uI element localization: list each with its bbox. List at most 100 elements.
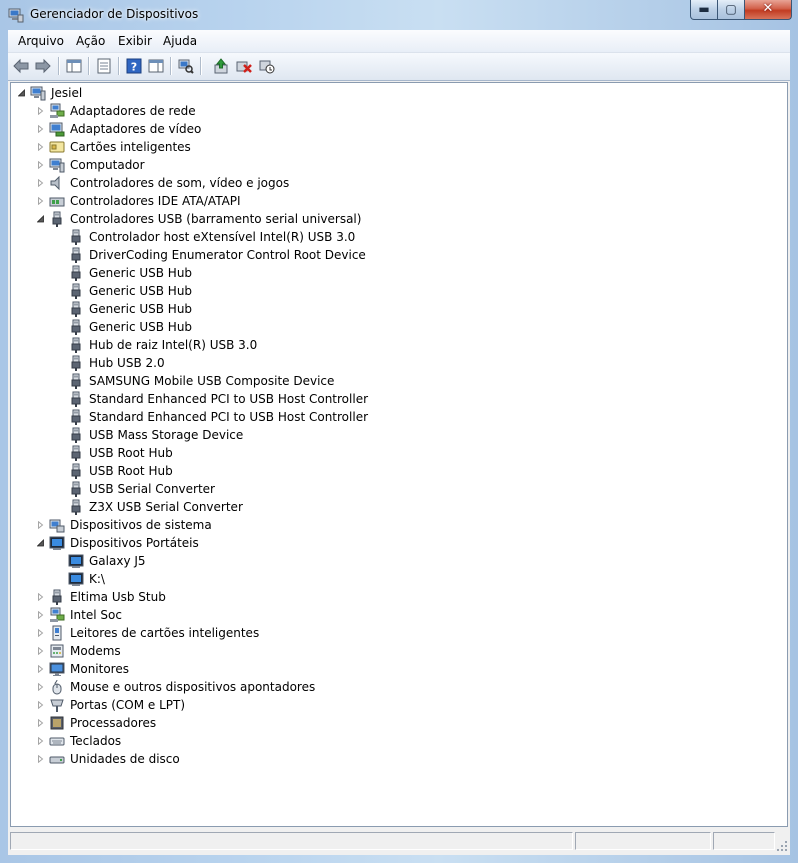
collapse-icon[interactable]: [37, 215, 44, 223]
expand-icon[interactable]: [37, 719, 44, 727]
tree-category-node[interactable]: Monitores: [11, 660, 771, 678]
tree-category-node[interactable]: Intel Soc: [11, 606, 771, 624]
tree-category-node[interactable]: Unidades de disco: [11, 750, 771, 768]
tree-category-node[interactable]: Dispositivos de sistema: [11, 516, 771, 534]
expand-icon[interactable]: [37, 107, 44, 115]
tree-category-node[interactable]: Mouse e outros dispositivos apontadores: [11, 678, 771, 696]
tree-category-node[interactable]: Portas (COM e LPT): [11, 696, 771, 714]
usb-icon: [71, 481, 81, 497]
forward-button[interactable]: [33, 57, 53, 75]
expand-icon[interactable]: [37, 611, 44, 619]
menu-ajuda[interactable]: Ajuda: [163, 34, 197, 48]
expand-icon[interactable]: [37, 629, 44, 637]
tree-category-node[interactable]: Controladores IDE ATA/ATAPI: [11, 192, 771, 210]
tree-item-label: USB Mass Storage Device: [89, 428, 244, 442]
close-button[interactable]: ✕: [744, 0, 792, 20]
tree-device-node[interactable]: Standard Enhanced PCI to USB Host Contro…: [11, 408, 771, 426]
tree-category-node[interactable]: Processadores: [11, 714, 771, 732]
expand-icon[interactable]: [37, 701, 44, 709]
system-device-icon: [49, 519, 65, 533]
resize-grip-icon[interactable]: [776, 840, 788, 852]
tree-device-node[interactable]: Controlador host eXtensível Intel(R) USB…: [11, 228, 771, 246]
tree-item-label: Generic USB Hub: [89, 284, 193, 298]
tree-device-node[interactable]: Galaxy J5: [11, 552, 771, 570]
menu-arquivo[interactable]: Arquivo: [18, 34, 64, 48]
tree-device-node[interactable]: USB Root Hub: [11, 462, 771, 480]
usb-icon: [71, 283, 81, 299]
scan-hardware-icon: [178, 59, 194, 74]
tree-category-node[interactable]: Adaptadores de vídeo: [11, 120, 771, 138]
usb-icon: [71, 337, 81, 353]
tree-category-node[interactable]: Adaptadores de rede: [11, 102, 771, 120]
tree-device-node[interactable]: Hub de raiz Intel(R) USB 3.0: [11, 336, 771, 354]
tree-device-node[interactable]: Standard Enhanced PCI to USB Host Contro…: [11, 390, 771, 408]
tree-category-node[interactable]: Dispositivos Portáteis: [11, 534, 771, 552]
expand-icon[interactable]: [37, 593, 44, 601]
maximize-button[interactable]: ▢: [717, 0, 745, 20]
speaker-icon: [50, 175, 60, 191]
tree-device-node[interactable]: USB Root Hub: [11, 444, 771, 462]
maximize-icon: ▢: [725, 2, 737, 16]
tree-device-node[interactable]: K:\: [11, 570, 771, 588]
collapse-icon[interactable]: [18, 89, 25, 97]
toolbar-separator: [200, 57, 202, 75]
properties-button[interactable]: [94, 57, 114, 75]
usb-icon: [71, 463, 81, 479]
menu-acao[interactable]: Ação: [76, 34, 105, 48]
show-hide-action-pane-button[interactable]: [146, 57, 166, 75]
tree-category-node[interactable]: Eltima Usb Stub: [11, 588, 771, 606]
tree-item-label: USB Serial Converter: [89, 482, 215, 496]
tree-device-node[interactable]: Generic USB Hub: [11, 300, 771, 318]
tree-device-node[interactable]: Generic USB Hub: [11, 282, 771, 300]
expand-icon[interactable]: [37, 755, 44, 763]
expand-icon[interactable]: [37, 179, 44, 187]
show-hide-console-tree-icon: [66, 59, 82, 73]
tree-device-node[interactable]: USB Mass Storage Device: [11, 426, 771, 444]
minimize-button[interactable]: ▬: [690, 0, 718, 20]
expand-icon[interactable]: [37, 197, 44, 205]
tree-device-node[interactable]: Z3X USB Serial Converter: [11, 498, 771, 516]
toolbar-separator: [118, 57, 120, 75]
tree-item-label: Generic USB Hub: [89, 266, 193, 280]
disable-button[interactable]: [257, 57, 277, 75]
expand-icon[interactable]: [37, 143, 44, 151]
usb-icon: [71, 445, 81, 461]
expand-icon[interactable]: [37, 161, 44, 169]
expand-icon[interactable]: [37, 665, 44, 673]
tree-device-node[interactable]: Generic USB Hub: [11, 318, 771, 336]
toolbar-separator: [170, 57, 172, 75]
tree-device-node[interactable]: Generic USB Hub: [11, 264, 771, 282]
collapse-icon[interactable]: [37, 539, 44, 547]
tree-category-node[interactable]: Computador: [11, 156, 771, 174]
expand-icon[interactable]: [37, 521, 44, 529]
tree-category-node[interactable]: Controladores de som, vídeo e jogos: [11, 174, 771, 192]
tree-device-node[interactable]: SAMSUNG Mobile USB Composite Device: [11, 372, 771, 390]
tree-device-node[interactable]: Hub USB 2.0: [11, 354, 771, 372]
tree-category-node[interactable]: Leitores de cartões inteligentes: [11, 624, 771, 642]
expand-icon[interactable]: [37, 737, 44, 745]
update-driver-button[interactable]: [211, 57, 231, 75]
tree-root-node[interactable]: Jesiel: [11, 84, 771, 102]
port-icon: [50, 699, 64, 712]
tree-category-node[interactable]: Modems: [11, 642, 771, 660]
expand-icon[interactable]: [37, 125, 44, 133]
uninstall-button[interactable]: [234, 57, 254, 75]
tree-item-label: Generic USB Hub: [89, 302, 193, 316]
tree-item-label: SAMSUNG Mobile USB Composite Device: [89, 374, 335, 388]
show-hide-tree-button[interactable]: [64, 57, 84, 75]
tree-category-node[interactable]: Controladores USB (barramento serial uni…: [11, 210, 771, 228]
tree-category-node[interactable]: Cartões inteligentes: [11, 138, 771, 156]
tree-device-node[interactable]: DriverCoding Enumerator Control Root Dev…: [11, 246, 771, 264]
back-button[interactable]: [11, 57, 31, 75]
expand-icon[interactable]: [37, 683, 44, 691]
tree-item-label: Galaxy J5: [89, 554, 146, 568]
menu-exibir[interactable]: Exibir: [118, 34, 152, 48]
device-tree[interactable]: Jesiel Adaptadores de rede Adaptadores de …: [10, 82, 788, 827]
tree-device-node[interactable]: USB Serial Converter: [11, 480, 771, 498]
expand-icon[interactable]: [37, 647, 44, 655]
title-bar[interactable]: Gerenciador de Dispositivos ▬ ▢ ✕: [0, 0, 798, 30]
help-button[interactable]: ?: [124, 57, 144, 75]
scan-hardware-button[interactable]: [176, 57, 196, 75]
tree-category-node[interactable]: Teclados: [11, 732, 771, 750]
toolbar: ?: [8, 53, 790, 81]
